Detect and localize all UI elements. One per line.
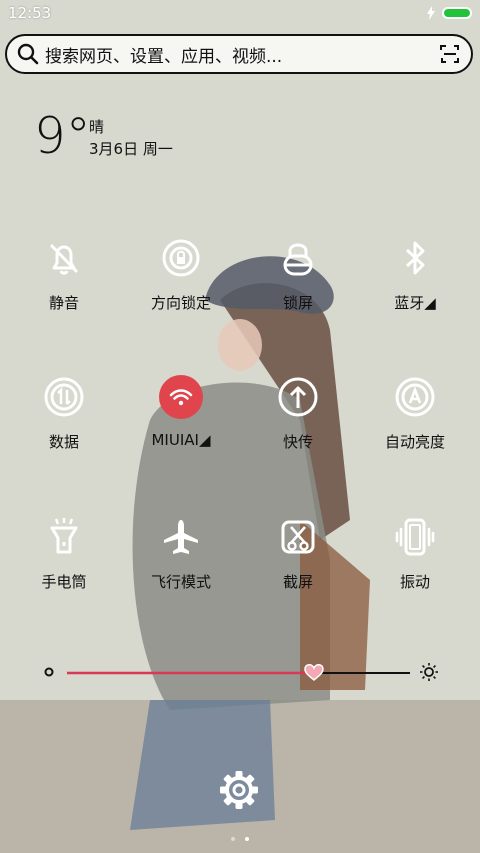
wifi-icon — [159, 375, 203, 419]
brightness-high-icon — [420, 663, 438, 681]
toggle-label: 飞行模式 — [150, 573, 211, 591]
status-time: 12:53 — [8, 4, 52, 22]
mobile-data-icon — [44, 377, 84, 417]
toggle-lock-screen[interactable]: 锁屏 — [238, 230, 358, 330]
heart-icon[interactable] — [304, 664, 324, 682]
toggle-screenshot[interactable]: 截屏 — [238, 509, 358, 609]
temperature: 9° — [34, 107, 91, 165]
bluetooth-icon — [405, 241, 425, 275]
lock-icon — [283, 243, 313, 276]
status-bar: 12:53 — [0, 0, 480, 28]
toggle-flashlight[interactable]: 手电筒 — [4, 509, 124, 609]
toggle-label: 截屏 — [282, 573, 313, 591]
toggle-label: 振动 — [399, 573, 430, 591]
toggle-label: 快传 — [282, 433, 313, 451]
auto-brightness-icon — [395, 377, 435, 417]
toggle-bluetooth[interactable]: 蓝牙◢ — [355, 230, 475, 330]
date-label: 3月6日 周一 — [89, 140, 173, 158]
brightness-low-icon — [44, 667, 54, 677]
toggle-wifi[interactable]: MIUIAI◢ — [121, 369, 241, 469]
toggle-label: 自动亮度 — [384, 433, 445, 451]
quick-transfer-icon — [278, 377, 318, 417]
toggle-airplane[interactable]: 飞行模式 — [121, 509, 241, 609]
search-input[interactable]: 搜索网页、设置、应用、视频... — [45, 42, 439, 67]
toggle-silent[interactable]: 静音 — [4, 230, 124, 330]
toggle-label: MIUIAI◢ — [151, 431, 211, 449]
rotation-lock-icon — [162, 239, 200, 277]
toggle-label: 锁屏 — [282, 294, 313, 312]
screenshot-icon — [281, 520, 315, 554]
scan-icon[interactable] — [439, 43, 461, 65]
page-dot-active — [244, 837, 249, 841]
toggle-label: 蓝牙◢ — [394, 294, 436, 312]
toggle-label: 静音 — [48, 294, 79, 312]
search-bar[interactable]: 搜索网页、设置、应用、视频... — [5, 34, 473, 74]
vibrate-icon — [395, 518, 435, 556]
flashlight-icon — [50, 518, 78, 554]
settings-gear-icon[interactable] — [219, 770, 259, 810]
status-icons — [426, 6, 472, 20]
page-indicator — [0, 826, 480, 845]
toggle-auto-brightness[interactable]: 自动亮度 — [355, 369, 475, 469]
toggle-label: 数据 — [48, 433, 79, 451]
brightness-slider[interactable] — [40, 660, 440, 684]
toggle-label: 方向锁定 — [150, 294, 211, 312]
weather-widget[interactable]: 9° 晴 3月6日 周一 — [34, 107, 173, 165]
toggle-vibrate[interactable]: 振动 — [355, 509, 475, 609]
airplane-icon — [164, 520, 198, 554]
charging-bolt-icon — [427, 6, 435, 20]
page-dot — [231, 837, 236, 841]
silent-bell-icon — [49, 243, 79, 275]
toggle-label: 手电筒 — [41, 573, 87, 591]
toggle-quick-transfer[interactable]: 快传 — [238, 369, 358, 469]
battery-icon — [442, 7, 472, 19]
toggle-rotation-lock[interactable]: 方向锁定 — [121, 230, 241, 330]
weather-condition: 晴 — [89, 118, 105, 136]
toggle-mobile-data[interactable]: 数据 — [4, 369, 124, 469]
search-icon — [17, 43, 39, 65]
